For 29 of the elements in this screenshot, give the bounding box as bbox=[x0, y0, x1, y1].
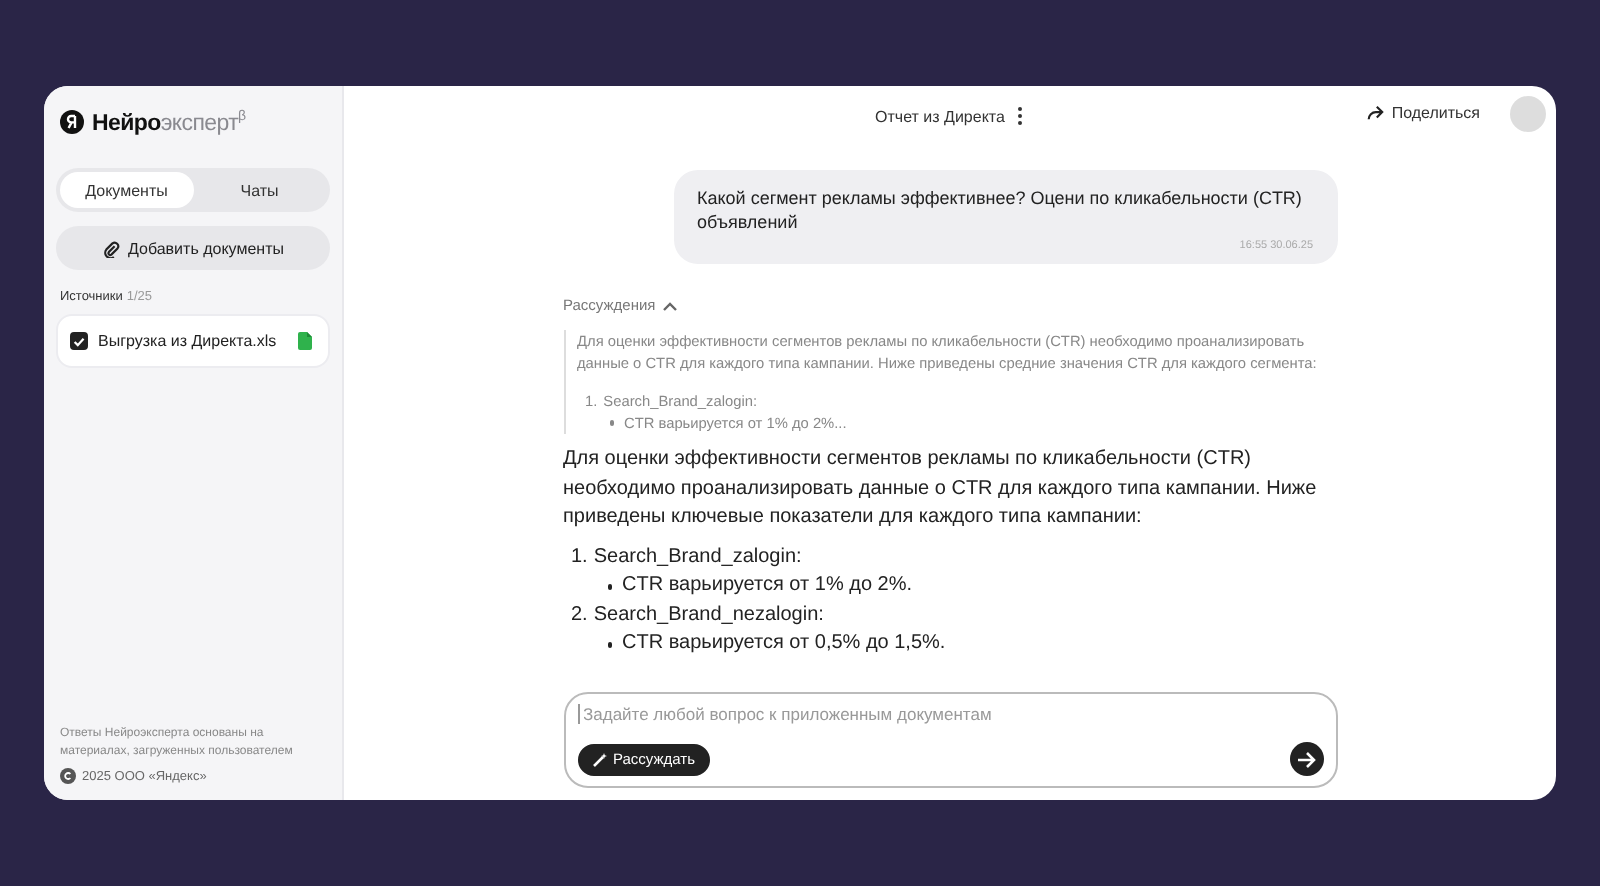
send-button[interactable] bbox=[1289, 742, 1323, 776]
list-number: 2. bbox=[571, 603, 588, 625]
more-options-icon[interactable] bbox=[1016, 106, 1025, 126]
list-item-text: Search_Brand_zalogin: bbox=[593, 545, 802, 567]
list-item-text: Search_Brand_nezalogin: bbox=[593, 603, 824, 625]
share-icon bbox=[1365, 104, 1384, 122]
copyright-icon bbox=[60, 768, 76, 784]
paragraph: Для оценки эффективности сегментов рекламы по кликабельности (CTR) необходимо проанализировать данные о CTR для каждого типа кампании. Ниже приведены ключевые показатели для каждого типа кампании: bbox=[563, 446, 1319, 532]
bullet-icon bbox=[607, 584, 612, 589]
bullet-text: CTR варьируется от 1% до 2%. bbox=[622, 572, 913, 600]
magic-wand-icon bbox=[591, 751, 607, 767]
share-button[interactable]: Поделиться bbox=[1365, 104, 1480, 122]
paperclip-icon bbox=[102, 239, 120, 257]
chat-title: Отчет из Директа bbox=[875, 107, 1005, 125]
tab[interactable]: Документы bbox=[60, 172, 193, 208]
spreadsheet-file-icon bbox=[298, 332, 312, 350]
list-number: 1. bbox=[571, 545, 588, 567]
logo-icon bbox=[60, 110, 84, 134]
bullet-icon bbox=[607, 642, 612, 647]
document-name: Выгрузка из Директа.xls bbox=[98, 332, 279, 350]
bullet-icon bbox=[609, 420, 614, 426]
bullet-text: CTR варьируется от 0,5% до 1,5%. bbox=[622, 630, 946, 658]
tab[interactable]: Чаты bbox=[193, 172, 326, 208]
add-documents-button[interactable]: Добавить документы bbox=[56, 226, 330, 270]
checkbox[interactable] bbox=[70, 332, 88, 350]
app-logo-text: Нейроэксперт$^{β}$ bbox=[92, 109, 246, 135]
document-card[interactable]: Выгрузка из Директа.xls bbox=[56, 314, 330, 368]
arrow-right-icon bbox=[1296, 749, 1316, 769]
message-text: Какой сегмент рекламы эффективнее? Оцени по кликабельности (CTR) объявлений bbox=[697, 186, 1304, 234]
